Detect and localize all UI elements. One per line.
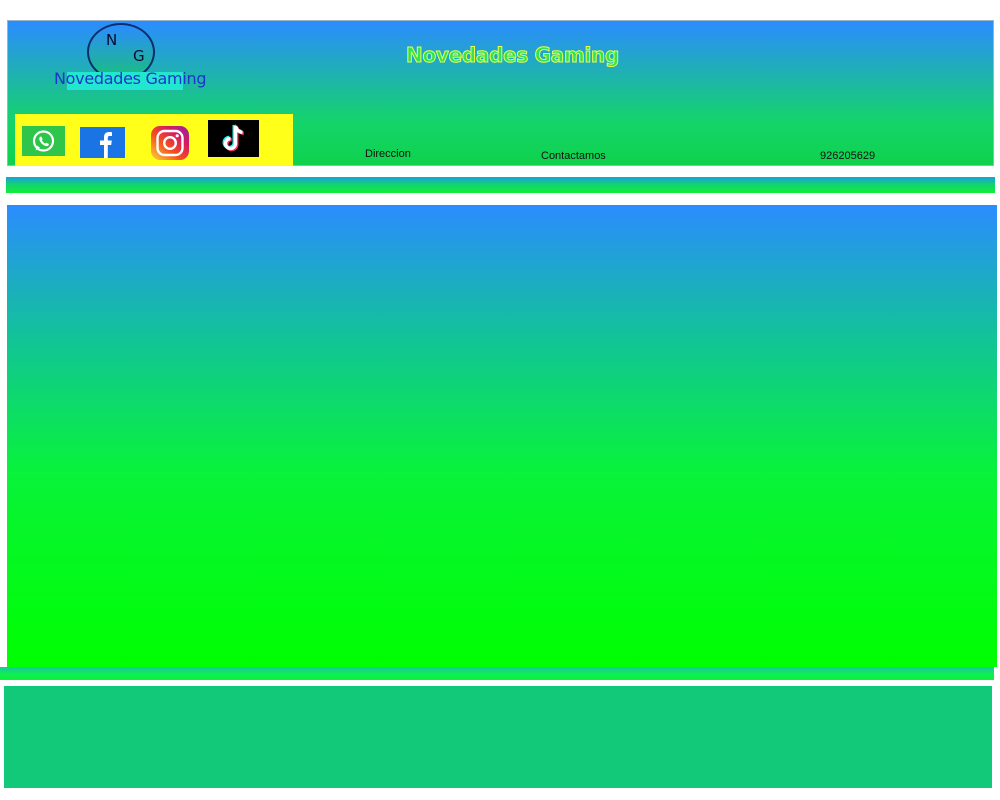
page-title: Novedades Gaming bbox=[405, 43, 620, 68]
tiktok-icon[interactable] bbox=[208, 120, 259, 157]
logo-letter-g: G bbox=[133, 47, 145, 65]
page: N G Novedades Gaming Novedades Gaming Di… bbox=[0, 0, 1000, 800]
nav-phone-link[interactable]: 926205629 bbox=[820, 150, 875, 162]
logo[interactable]: N G Novedades Gaming bbox=[54, 23, 214, 93]
main-content bbox=[7, 205, 997, 667]
whatsapp-icon[interactable] bbox=[22, 126, 65, 156]
divider-strip-lower bbox=[0, 667, 994, 680]
instagram-icon[interactable] bbox=[151, 126, 189, 160]
nav-direccion-link[interactable]: Direccion bbox=[365, 148, 411, 160]
logo-letter-n: N bbox=[106, 31, 118, 49]
logo-text: Novedades Gaming bbox=[54, 69, 207, 88]
site-footer bbox=[4, 686, 992, 788]
nav-contactamos-link[interactable]: Contactamos bbox=[541, 150, 606, 162]
site-header: N G Novedades Gaming Novedades Gaming Di… bbox=[7, 20, 994, 166]
divider-strip bbox=[6, 177, 995, 193]
social-bar bbox=[15, 114, 293, 166]
facebook-icon[interactable] bbox=[80, 127, 125, 158]
